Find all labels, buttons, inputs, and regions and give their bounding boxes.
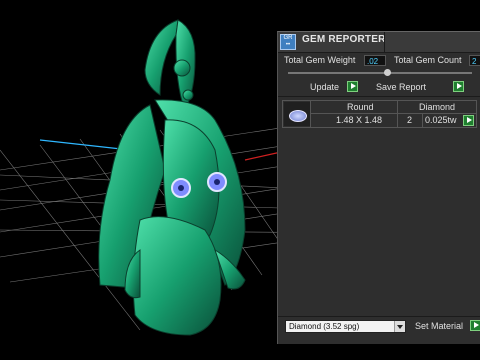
table-divider-3 <box>422 114 423 127</box>
material-dropdown-value: Diamond (3.52 spg) <box>289 322 360 331</box>
gem-count-cell: 2 <box>407 115 413 125</box>
total-gem-count-label: Total Gem Count <box>394 55 462 65</box>
update-button-label[interactable]: Update <box>310 82 339 92</box>
gem-material-cell: Diamond <box>419 102 456 112</box>
set-material-play-icon[interactable] <box>470 320 480 331</box>
bottom-divider <box>278 316 480 317</box>
gem-reporter-logo-icon: GR •• <box>280 34 296 50</box>
table-row-divider <box>310 113 476 114</box>
table-divider-2 <box>397 101 398 127</box>
gem-reporter-panel: GR •• GEM REPORTER Total Gem Weight .02 T… <box>277 31 480 344</box>
total-gem-weight-value[interactable]: .02 <box>364 55 386 66</box>
material-dropdown[interactable]: Diamond (3.52 spg) <box>285 320 406 333</box>
title-divider <box>384 32 385 52</box>
total-gem-count-value[interactable]: 2 <box>469 55 480 66</box>
gem-weight-cell: 0.025tw <box>425 115 457 125</box>
save-report-play-icon[interactable] <box>453 81 464 92</box>
section-divider <box>278 96 480 97</box>
slider-track[interactable] <box>288 72 472 74</box>
title-bar: GR •• GEM REPORTER <box>278 32 480 53</box>
round-gem-icon <box>289 110 307 122</box>
gem-size-cell: 1.48 X 1.48 <box>336 115 383 125</box>
total-gem-weight-label: Total Gem Weight <box>284 55 356 65</box>
gem-thumbnail <box>284 102 310 126</box>
table-divider-1 <box>310 101 311 127</box>
chevron-down-icon[interactable] <box>394 321 405 332</box>
update-play-icon[interactable] <box>347 81 358 92</box>
gem-row-play-icon[interactable] <box>463 115 474 126</box>
gem-table: Round Diamond 1.48 X 1.48 2 0.025tw <box>282 100 477 128</box>
panel-title: GEM REPORTER <box>302 34 386 45</box>
set-material-button-label[interactable]: Set Material <box>415 321 463 331</box>
slider-thumb[interactable] <box>384 69 391 76</box>
save-report-button-label[interactable]: Save Report <box>376 82 426 92</box>
gem-shape-cell: Round <box>347 102 374 112</box>
